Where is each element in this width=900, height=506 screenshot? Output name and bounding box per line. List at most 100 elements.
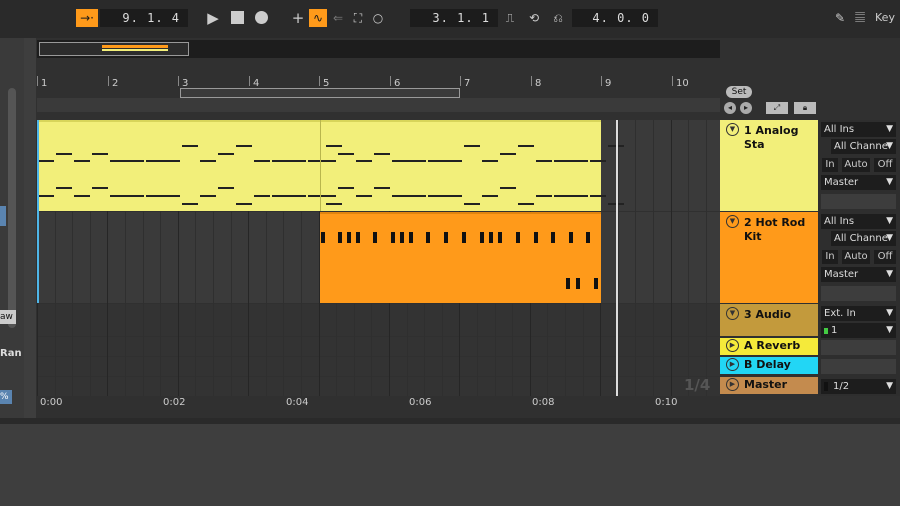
drum-hit[interactable] (409, 232, 413, 243)
draw-mode-label[interactable]: aw (0, 310, 16, 324)
midi-note[interactable] (74, 160, 90, 162)
midi-note[interactable] (92, 187, 108, 189)
monitor-in-button[interactable]: In (822, 250, 838, 264)
track-name[interactable]: 3 Audio (744, 308, 791, 322)
output-channel-field[interactable] (821, 194, 896, 209)
midi-note[interactable] (110, 160, 144, 162)
loop-length-field[interactable]: 4. 0. 0 (572, 9, 658, 27)
overdub-icon[interactable]: + (290, 9, 306, 27)
punch-in-icon[interactable]: ⎍ (500, 9, 520, 27)
midi-note[interactable] (218, 153, 234, 155)
midi-from-select[interactable]: All Ins ▼ (821, 122, 896, 137)
midi-note[interactable] (236, 145, 252, 147)
midi-note[interactable] (272, 160, 306, 162)
return-a-field[interactable] (821, 340, 896, 355)
drum-hit[interactable] (516, 232, 520, 243)
midi-note[interactable] (182, 145, 198, 147)
return-track-a[interactable]: ▶ A Reverb (720, 338, 818, 355)
drum-hit[interactable] (566, 278, 570, 289)
drum-hit[interactable] (594, 278, 598, 289)
output-select[interactable]: Master ▼ (821, 267, 896, 282)
fold-icon[interactable]: ▼ (726, 123, 739, 136)
drum-hit[interactable] (400, 232, 404, 243)
master-track[interactable]: ▶ Master (720, 377, 818, 394)
midi-note[interactable] (38, 195, 54, 197)
drum-hit[interactable] (498, 232, 502, 243)
midi-note[interactable] (92, 153, 108, 155)
midi-note[interactable] (518, 145, 534, 147)
key-map-button[interactable]: Key (872, 9, 898, 27)
midi-note[interactable] (338, 153, 354, 155)
midi-note[interactable] (590, 160, 606, 162)
drum-hit[interactable] (462, 232, 466, 243)
midi-clip-hot-rod-kit[interactable] (320, 212, 601, 303)
drum-hit[interactable] (551, 232, 555, 243)
midi-note[interactable] (218, 187, 234, 189)
midi-note[interactable] (74, 195, 90, 197)
drum-hit[interactable] (347, 232, 351, 243)
midi-note[interactable] (326, 145, 342, 147)
drum-hit[interactable] (576, 278, 580, 289)
midi-note[interactable] (146, 160, 180, 162)
track-name[interactable]: 1 Analog Sta (744, 124, 818, 152)
drum-hit[interactable] (569, 232, 573, 243)
midi-note[interactable] (464, 145, 480, 147)
midi-note[interactable] (272, 195, 306, 197)
next-locator-icon[interactable]: ▸ (740, 102, 752, 114)
midi-note[interactable] (500, 153, 516, 155)
expand-icon[interactable]: ▶ (726, 339, 739, 352)
expand-tracks-icon[interactable]: ⤢ (766, 102, 788, 114)
monitor-auto-button[interactable]: Auto (842, 250, 870, 264)
track-header-3[interactable]: ▼ 3 Audio (720, 304, 818, 336)
track-name[interactable]: Master (744, 378, 787, 392)
midi-note[interactable] (482, 195, 498, 197)
channel-select[interactable]: All Channe ▼ (831, 139, 896, 154)
drum-hit[interactable] (534, 232, 538, 243)
midi-note[interactable] (536, 160, 552, 162)
midi-note[interactable] (356, 160, 372, 162)
session-record-icon[interactable]: ○ (370, 9, 386, 27)
midi-note[interactable] (38, 160, 54, 162)
beat-ruler[interactable] (37, 68, 720, 88)
prev-locator-icon[interactable]: ◂ (724, 102, 736, 114)
midi-note[interactable] (536, 195, 552, 197)
monitor-off-button[interactable]: Off (874, 250, 896, 264)
midi-note[interactable] (56, 153, 72, 155)
record-icon[interactable] (253, 9, 269, 27)
midi-note[interactable] (254, 195, 270, 197)
midi-note[interactable] (200, 195, 216, 197)
midi-note[interactable] (356, 195, 372, 197)
midi-clip-analog[interactable] (37, 120, 601, 211)
midi-note[interactable] (464, 203, 480, 205)
output-channel-field[interactable] (821, 286, 896, 301)
channel-select[interactable]: All Channe ▼ (831, 231, 896, 246)
fold-icon[interactable]: ▼ (726, 307, 739, 320)
set-locator-button[interactable]: Set (726, 86, 752, 98)
midi-note[interactable] (428, 195, 462, 197)
draw-mode-icon[interactable]: ✎ (832, 9, 848, 27)
track-header-2[interactable]: ▼ 2 Hot Rod Kit (720, 212, 818, 303)
midi-note[interactable] (554, 160, 588, 162)
midi-note[interactable] (392, 160, 426, 162)
midi-note[interactable] (554, 195, 588, 197)
drum-hit[interactable] (586, 232, 590, 243)
play-icon[interactable]: ▶ (205, 9, 221, 27)
fold-icon[interactable]: ▼ (726, 215, 739, 228)
return-track-b[interactable]: ▶ B Delay (720, 357, 818, 374)
expand-icon[interactable]: ▶ (726, 358, 739, 371)
midi-note[interactable] (374, 187, 390, 189)
automation-arm-icon[interactable]: ∿ (309, 9, 327, 27)
drum-hit[interactable] (444, 232, 448, 243)
output-select[interactable]: Master ▼ (821, 175, 896, 190)
midi-note[interactable] (392, 195, 426, 197)
audio-from-select[interactable]: Ext. In ▼ (821, 306, 896, 321)
input-channel-select[interactable]: 1 ▼ (821, 323, 896, 338)
lock-icon[interactable]: 🔒︎ (794, 102, 816, 114)
panel-scrollbar[interactable] (8, 88, 16, 328)
overview-bar[interactable] (37, 40, 720, 58)
midi-note[interactable] (590, 195, 606, 197)
master-output-select[interactable]: 1/2 ▼ (821, 379, 896, 394)
stop-icon[interactable] (229, 9, 245, 27)
midi-note[interactable] (236, 203, 252, 205)
midi-note[interactable] (428, 160, 462, 162)
